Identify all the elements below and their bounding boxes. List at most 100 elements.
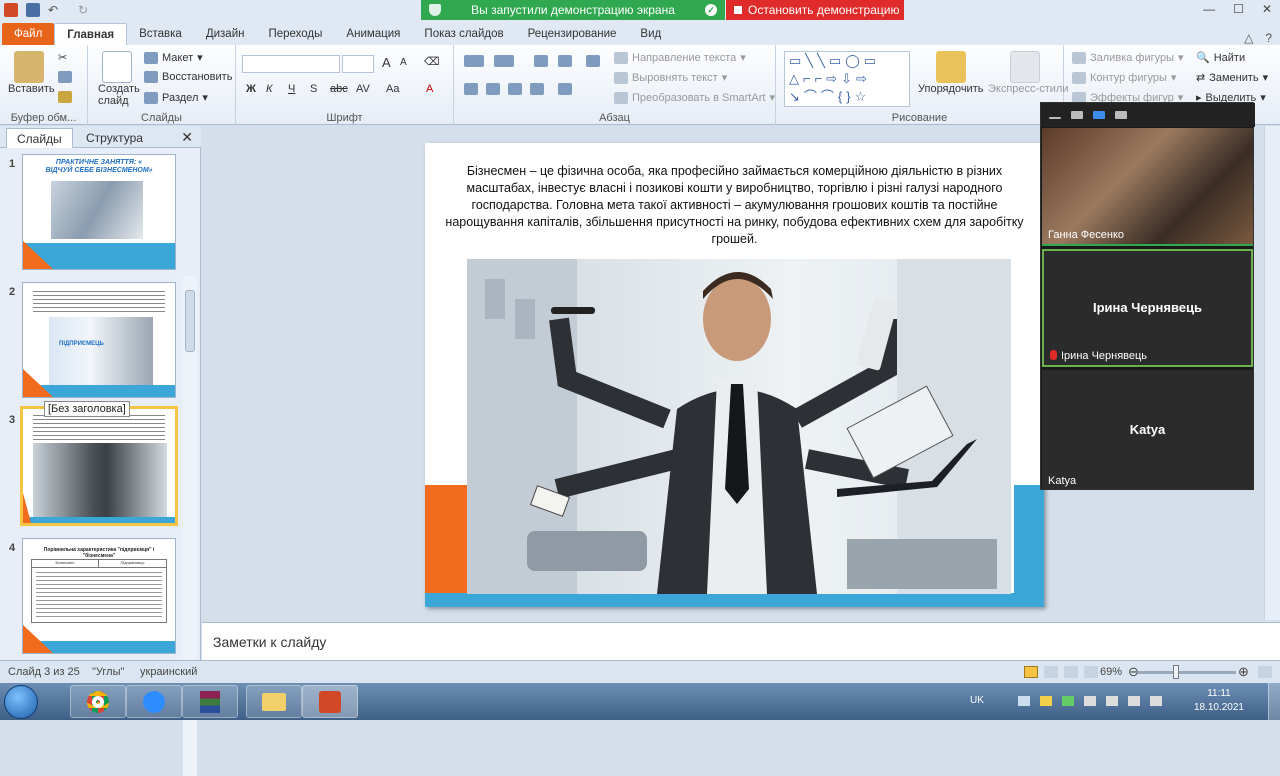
smartart-button[interactable]: Преобразовать в SmartArt ▾ [614, 91, 775, 104]
slide-body-text[interactable]: Бізнесмен – це фізична особа, яка профес… [443, 163, 1026, 248]
strikethrough-button[interactable]: abc [330, 83, 348, 95]
copy-icon[interactable] [58, 71, 72, 83]
tab-design[interactable]: Дизайн [194, 23, 257, 45]
notes-pane[interactable]: Заметки к слайду [202, 622, 1280, 660]
numbering-icon[interactable] [494, 55, 514, 67]
participant-video-tile[interactable]: Ганна Фесенко [1042, 128, 1253, 246]
undo-icon[interactable]: ↶ [48, 3, 62, 17]
increase-indent-icon[interactable] [558, 55, 572, 67]
tab-slides-thumbnails[interactable]: Слайды [6, 128, 73, 148]
fit-to-window-icon[interactable] [1258, 666, 1272, 678]
tab-slideshow[interactable]: Показ слайдов [412, 23, 515, 45]
input-language[interactable]: UK [970, 695, 984, 706]
align-text-button[interactable]: Выровнять текст ▾ [614, 71, 727, 84]
tab-animation[interactable]: Анимация [334, 23, 412, 45]
network-icon[interactable] [1128, 696, 1140, 706]
maximize-button[interactable]: ☐ [1233, 2, 1244, 16]
shape-outline-button[interactable]: Контур фигуры ▾ [1072, 71, 1176, 84]
paste-button[interactable]: Вставить [8, 83, 55, 95]
powerpoint-app-icon[interactable] [4, 3, 18, 17]
tab-view[interactable]: Вид [628, 23, 673, 45]
arrange-button[interactable]: Упорядочить [918, 83, 983, 95]
gallery-view-icon[interactable] [1115, 111, 1127, 119]
font-color-icon[interactable]: A [426, 83, 433, 95]
tray-icon[interactable] [1062, 696, 1074, 706]
italic-button[interactable]: К [266, 83, 272, 95]
shape-fill-button[interactable]: Заливка фигуры ▾ [1072, 51, 1184, 64]
slide-thumbnail-2[interactable]: ПІДПРИЄМЕЦЬ [22, 282, 176, 398]
normal-view-icon[interactable] [1024, 666, 1038, 678]
clear-format-icon[interactable]: ⌫ [424, 55, 440, 68]
help-icon[interactable]: ? [1265, 31, 1272, 45]
slide-thumbnail-3[interactable] [20, 406, 178, 526]
tray-icon[interactable] [1084, 696, 1096, 706]
paste-icon[interactable] [14, 51, 44, 83]
font-family-select[interactable] [242, 55, 340, 73]
slide-sorter-icon[interactable] [1044, 666, 1058, 678]
tray-icon[interactable] [1106, 696, 1118, 706]
align-left-icon[interactable] [464, 83, 478, 95]
tray-icon[interactable] [1018, 696, 1030, 706]
zoom-slider[interactable] [1138, 671, 1236, 674]
businessman-multitasking-image[interactable] [467, 259, 1011, 594]
find-button[interactable]: 🔍 Найти [1196, 51, 1245, 65]
ribbon-collapse-icon[interactable]: △ [1244, 31, 1253, 45]
shrink-font-button[interactable]: A [400, 57, 407, 68]
new-slide-button[interactable]: Создать слайд [98, 83, 142, 107]
slide-area-scrollbar[interactable] [1264, 126, 1280, 620]
slide-thumbnail-1[interactable]: ПРАКТИЧНЕ ЗАНЯТТЯ: « ВІДЧУЙ СЕБЕ БІЗНЕСМ… [22, 154, 176, 270]
taskbar-explorer[interactable] [246, 685, 302, 718]
bold-button[interactable]: Ж [246, 83, 256, 95]
decrease-indent-icon[interactable] [534, 55, 548, 67]
columns-icon[interactable] [558, 83, 572, 95]
start-button[interactable] [4, 685, 38, 719]
active-speaker-icon[interactable] [1093, 111, 1105, 119]
change-case-button[interactable]: Aa [386, 83, 399, 95]
taskbar-winrar[interactable] [182, 685, 238, 718]
single-speaker-icon[interactable] [1071, 111, 1083, 119]
taskbar-chrome[interactable] [70, 685, 126, 718]
zoom-level[interactable]: 69% [1100, 666, 1122, 678]
participant-video-tile[interactable]: Katya Katya [1042, 370, 1253, 490]
close-button[interactable]: ✕ [1262, 2, 1272, 16]
taskbar-zoom[interactable] [126, 685, 182, 718]
current-slide[interactable]: Бізнесмен – це фізична особа, яка профес… [425, 143, 1044, 607]
grow-font-button[interactable]: A [382, 55, 391, 70]
zoom-slider-knob[interactable] [1173, 665, 1179, 679]
char-spacing-button[interactable]: AV [356, 83, 370, 95]
section-button[interactable]: Раздел ▾ [144, 91, 208, 104]
bullets-icon[interactable] [464, 55, 484, 67]
reset-button[interactable]: Восстановить [144, 71, 232, 83]
tab-file[interactable]: Файл [2, 23, 55, 45]
stop-share-button[interactable]: Остановить демонстрацию [726, 0, 904, 20]
align-center-icon[interactable] [486, 83, 500, 95]
taskbar-powerpoint[interactable] [302, 685, 358, 718]
cut-icon[interactable]: ✂ [58, 51, 67, 64]
tab-review[interactable]: Рецензирование [516, 23, 629, 45]
zoom-in-icon[interactable]: ⊕ [1238, 664, 1249, 680]
replace-button[interactable]: ⇄ Заменить ▾ [1196, 71, 1268, 85]
minimize-button[interactable]: — [1203, 2, 1215, 16]
font-size-select[interactable] [342, 55, 374, 73]
format-painter-icon[interactable] [58, 91, 72, 103]
underline-button[interactable]: Ч [288, 83, 295, 95]
tab-outline[interactable]: Структура [86, 131, 143, 145]
slide-thumbnail-4[interactable]: Порівняльна характеристика "підприємця" … [22, 538, 176, 654]
show-desktop-button[interactable] [1268, 683, 1280, 720]
layout-button[interactable]: Макет ▾ [144, 51, 203, 64]
volume-icon[interactable] [1150, 696, 1162, 706]
minimize-video-icon[interactable] [1049, 117, 1061, 119]
reading-view-icon[interactable] [1064, 666, 1078, 678]
tab-home[interactable]: Главная [54, 23, 128, 45]
tab-transitions[interactable]: Переходы [256, 23, 334, 45]
quick-styles-icon[interactable] [1010, 51, 1040, 83]
align-right-icon[interactable] [508, 83, 522, 95]
clock[interactable]: 11:11 18.10.2021 [1194, 687, 1244, 715]
line-spacing-icon[interactable] [586, 55, 600, 67]
text-direction-button[interactable]: Направление текста ▾ [614, 51, 746, 64]
shadow-button[interactable]: S [310, 83, 317, 95]
quick-styles-button[interactable]: Экспресс-стили [988, 83, 1068, 95]
arrange-icon[interactable] [936, 51, 966, 83]
participant-video-tile[interactable]: Ірина Чернявець Ірина Чернявець [1042, 249, 1253, 367]
scrollbar-thumb[interactable] [185, 290, 195, 352]
